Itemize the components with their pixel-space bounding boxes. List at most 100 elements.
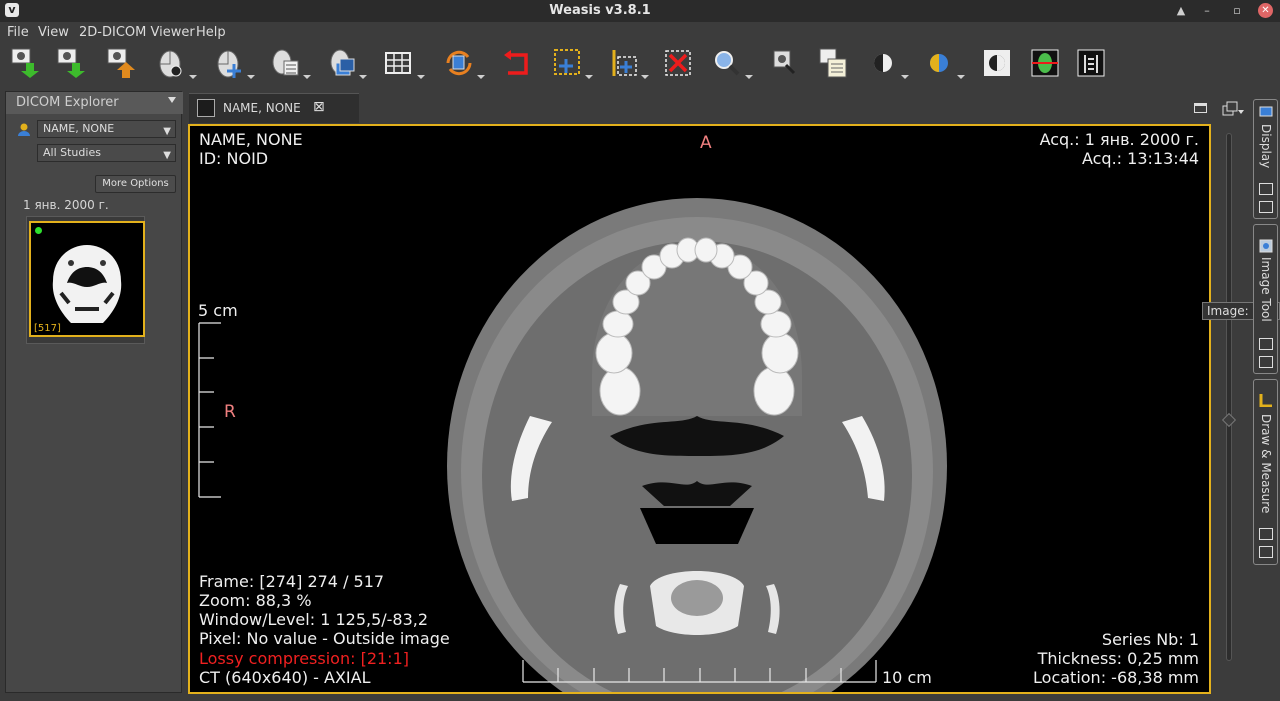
mouse-middle-action-button[interactable] [214, 47, 255, 79]
chevron-down-icon[interactable] [585, 75, 593, 79]
patient-icon [18, 123, 30, 136]
mouse-pan-icon [217, 50, 241, 78]
select-roi-button[interactable] [608, 47, 649, 79]
close-tab-icon[interactable]: ⊠ [313, 99, 325, 115]
dock-minimize-icon[interactable] [1259, 183, 1273, 195]
chevron-down-icon[interactable] [247, 75, 255, 79]
lut-button[interactable] [868, 47, 909, 79]
dock-minimize-icon[interactable] [1259, 338, 1273, 350]
mouse-left-action-button[interactable] [156, 47, 197, 79]
shade-icon[interactable]: ▲ [1172, 2, 1190, 20]
inverse-lut-button[interactable] [982, 47, 1012, 79]
viewer-tab[interactable]: NAME, NONE ⊠ [189, 93, 359, 123]
mip-button[interactable] [1076, 47, 1106, 79]
series-thumbnail[interactable]: [517] [29, 221, 145, 337]
open-series-indicator [35, 227, 42, 234]
layout-windows-icon[interactable] [1222, 101, 1242, 117]
chevron-down-icon[interactable] [417, 75, 425, 79]
crop-selection-icon [554, 49, 580, 75]
ruler-icon [1259, 394, 1272, 407]
series-image-count: [517] [34, 323, 61, 334]
overlay-thickness: Thickness: 0,25 mm [1037, 649, 1199, 668]
best-fit-button[interactable] [768, 47, 798, 79]
chevron-down-icon: ▼ [163, 150, 171, 161]
overlay-series-nb: Series Nb: 1 [1101, 630, 1199, 649]
display-dock[interactable]: Display [1253, 99, 1278, 219]
import-dicom-button[interactable] [10, 47, 40, 79]
chevron-down-icon[interactable] [957, 75, 965, 79]
dock-float-icon[interactable] [1259, 201, 1273, 213]
chevron-down-icon[interactable] [745, 75, 753, 79]
delete-measurement-button[interactable] [664, 47, 694, 79]
image-slider-thumb[interactable] [1221, 412, 1237, 428]
image-viewport[interactable]: NAME, NONE ID: NOID A R Acq.: 1 янв. 200… [188, 124, 1211, 694]
minimize-button[interactable]: – [1198, 2, 1216, 20]
menu-2d-dicom-viewer[interactable]: 2D-DICOM Viewer [79, 25, 195, 40]
zoom-button[interactable] [712, 47, 753, 79]
chevron-down-icon[interactable] [359, 75, 367, 79]
weasis-app: v Weasis v3.8.1 ▲ – ▫ ✕ File View 2D-DIC… [0, 0, 1280, 701]
mouse-scroll-icon [330, 49, 355, 76]
dock-float-icon[interactable] [1259, 356, 1273, 368]
menu-help[interactable]: Help [196, 25, 226, 40]
image-tool-dock[interactable]: Image Tool [1253, 224, 1278, 374]
dicom-explorer-tab[interactable]: DICOM Explorer [6, 92, 183, 114]
roi-crop-button[interactable] [552, 47, 593, 79]
maximize-button[interactable]: ▫ [1228, 2, 1246, 20]
chevron-down-icon[interactable] [1238, 110, 1244, 114]
study-date: 1 янв. 2000 г. [23, 198, 109, 212]
more-options-button[interactable]: More Options [95, 175, 176, 193]
viewer-tab-label: NAME, NONE [223, 101, 301, 115]
chevron-down-icon[interactable] [303, 75, 311, 79]
studies-select[interactable]: All Studies ▼ [37, 144, 176, 162]
export-dicom-icon [107, 48, 135, 78]
menu-file[interactable]: File [7, 25, 29, 40]
overlay-frame: Frame: [274] 274 / 517 [199, 572, 385, 591]
import-cd-icon [57, 48, 85, 78]
panel-menu-icon[interactable] [168, 97, 176, 103]
mouse-right-action-button[interactable] [270, 47, 311, 79]
overlay-patient-name: NAME, NONE [199, 130, 303, 149]
chevron-down-icon[interactable] [189, 75, 197, 79]
chevron-down-icon[interactable] [477, 75, 485, 79]
patient-select-value: NAME, NONE [43, 122, 115, 135]
layout-button[interactable] [384, 47, 425, 79]
menu-bar: File View 2D-DICOM Viewer Help [0, 22, 1280, 44]
maximize-viewer-icon[interactable] [1194, 103, 1207, 113]
dicom-explorer-panel: DICOM Explorer NAME, NONE ▼ All Studies … [5, 91, 183, 693]
mouse-wheel-action-button[interactable] [326, 47, 367, 79]
mpr-icon [1031, 49, 1059, 77]
ct-axial-slice-image[interactable] [190, 126, 1209, 692]
draw-measure-dock[interactable]: Draw & Measure [1253, 379, 1278, 565]
delete-icon [665, 50, 691, 76]
window-title: Weasis v3.8.1 [549, 3, 651, 18]
import-cd-button[interactable] [56, 47, 86, 79]
dock-float-icon[interactable] [1259, 546, 1273, 558]
close-button[interactable]: ✕ [1258, 3, 1273, 18]
menu-view[interactable]: View [38, 25, 69, 40]
series-tab-icon [197, 99, 215, 117]
reset-button[interactable] [502, 47, 532, 79]
scale-vertical-label: 5 cm [198, 301, 238, 320]
chevron-down-icon[interactable] [901, 75, 909, 79]
draw-measure-dock-label: Draw & Measure [1259, 414, 1273, 514]
dicom-info-button[interactable] [818, 47, 848, 79]
contrast-icon [874, 54, 892, 72]
overlay-window-level: Window/Level: 1 125,5/-83,2 [199, 610, 429, 629]
filter-button[interactable] [924, 47, 965, 79]
overlay-acq-time: Acq.: 13:13:44 [1081, 149, 1199, 168]
overlay-modality: CT (640x640) - AXIAL [199, 668, 371, 687]
chevron-down-icon: ▼ [163, 126, 171, 137]
image-slider-track[interactable] [1226, 133, 1232, 661]
export-dicom-button[interactable] [106, 47, 136, 79]
reset-arrow-icon [504, 50, 528, 75]
overlay-zoom: Zoom: 88,3 % [199, 591, 312, 610]
synchronize-button[interactable] [444, 47, 485, 79]
patient-select[interactable]: NAME, NONE ▼ [37, 120, 176, 138]
dock-minimize-icon[interactable] [1259, 528, 1273, 540]
dicom-explorer-title: DICOM Explorer [16, 95, 119, 110]
overlay-pixel: Pixel: No value - Outside image [199, 629, 450, 648]
mpr-button[interactable] [1030, 47, 1060, 79]
image-tool-icon [1259, 239, 1273, 253]
chevron-down-icon[interactable] [641, 75, 649, 79]
